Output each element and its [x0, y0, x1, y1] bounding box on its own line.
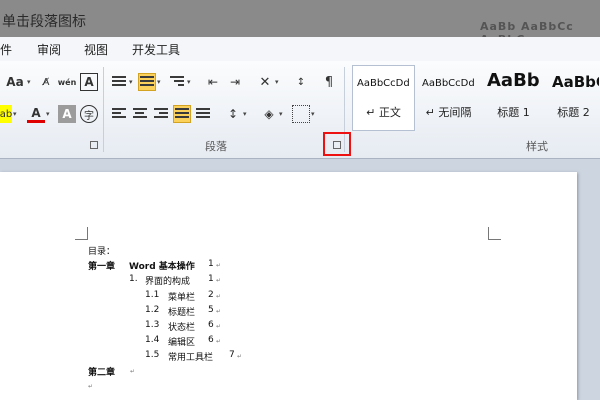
title-bar: 单击段落图标 AaBb AaBbCc AaBbCc — [0, 0, 600, 46]
borders-icon[interactable] — [292, 105, 310, 123]
distributed-align-icon[interactable] — [194, 105, 212, 123]
subsection-title: 状态栏 — [168, 323, 196, 333]
highlight-callout-box — [323, 132, 351, 156]
section-label: 1. — [129, 274, 138, 284]
page-number: 2 — [208, 290, 214, 300]
highlight-dropdown-icon[interactable]: ▾ — [13, 105, 19, 123]
styles-group-label: 样式 — [526, 140, 548, 153]
paragraph-mark-icon: ↵ — [216, 262, 222, 269]
shading-dropdown-icon[interactable]: ▾ — [279, 105, 285, 123]
font-color-button[interactable]: A — [27, 105, 45, 123]
chapter-label: 第二章 — [88, 368, 116, 378]
style-normal[interactable]: AaBbCcDd ↵ 正文 — [352, 65, 415, 131]
subsection-label: 1.5 — [145, 350, 160, 360]
increase-indent-icon[interactable]: ⇥ — [226, 73, 244, 91]
paragraph-mark-icon: ↵ — [216, 293, 222, 300]
subsection-label: 1.3 — [145, 320, 160, 330]
font-color-dropdown-icon[interactable]: ▾ — [46, 105, 52, 123]
multilevel-list-icon[interactable] — [168, 73, 186, 91]
bullets-dropdown-icon[interactable]: ▾ — [129, 73, 135, 91]
paragraph-mark-icon: ↵ — [88, 383, 94, 390]
page-number: 7 — [229, 350, 235, 360]
bullets-icon[interactable] — [110, 73, 128, 91]
menu-item-developer[interactable]: 开发工具 — [132, 41, 180, 58]
margin-corner-mark — [488, 227, 501, 240]
margin-corner-mark — [75, 227, 88, 240]
decrease-indent-icon[interactable]: ⇤ — [204, 73, 222, 91]
paragraph-group-label: 段落 — [205, 140, 227, 153]
paragraph-mark-icon: ↵ — [216, 338, 222, 345]
font-dialog-launcher-icon[interactable] — [90, 141, 98, 149]
paragraph-mark-icon: ↵ — [216, 308, 222, 315]
character-shading-button[interactable]: A — [58, 105, 76, 123]
menu-item-file[interactable]: 件 — [0, 41, 12, 58]
paragraph-mark-icon: ↵ — [130, 368, 136, 375]
ribbon: Aa ▾ A̸ wén A ab ▾ A ▾ A 字 ▾ ▾ ▾ ⇤ ⇥ ✕ ▾… — [0, 61, 600, 159]
align-center-icon[interactable] — [131, 105, 149, 123]
window-title: 单击段落图标 — [2, 14, 86, 30]
paragraph-mark-icon: ↵ — [216, 323, 222, 330]
subsection-label: 1.4 — [145, 335, 160, 345]
style-heading-2[interactable]: AaBbC 标题 2 — [547, 65, 600, 131]
page-number: 6 — [208, 335, 214, 345]
chapter-label: 第一章 — [88, 262, 116, 272]
chinese-layout-icon[interactable]: ✕ — [256, 73, 274, 91]
subsection-title: 菜单栏 — [168, 293, 196, 303]
highlight-color-button[interactable]: ab — [0, 105, 12, 123]
numbering-icon[interactable] — [138, 73, 156, 91]
menu-item-review[interactable]: 审阅 — [37, 41, 61, 58]
toc-heading: 目录： — [88, 247, 116, 257]
align-right-icon[interactable] — [152, 105, 170, 123]
paragraph-mark-icon: ↵ — [216, 277, 222, 284]
align-left-icon[interactable] — [110, 105, 128, 123]
shading-icon[interactable]: ◈ — [260, 105, 278, 123]
enclose-characters-button[interactable]: 字 — [80, 105, 98, 123]
document-page[interactable]: 目录： 第一章 Word 基本操作 1 ↵ 1. 界面的构成 1 ↵ 1.1 菜… — [0, 172, 577, 400]
character-border-button[interactable]: A — [80, 73, 98, 91]
borders-dropdown-icon[interactable]: ▾ — [311, 105, 317, 123]
line-spacing-dropdown-icon[interactable]: ▾ — [243, 105, 249, 123]
change-case-button[interactable]: Aa — [3, 73, 27, 91]
chinese-layout-dropdown-icon[interactable]: ▾ — [275, 73, 281, 91]
subsection-label: 1.1 — [145, 290, 160, 300]
menu-bar: 件 审阅 视图 开发工具 — [0, 37, 600, 62]
subsection-title: 标题栏 — [168, 308, 196, 318]
numbering-dropdown-icon[interactable]: ▾ — [157, 73, 163, 91]
paragraph-mark-icon: ↵ — [237, 353, 243, 360]
page-number: 6 — [208, 320, 214, 330]
sort-icon[interactable]: ↕ — [292, 73, 310, 91]
page-number: 1 — [208, 259, 214, 269]
subsection-label: 1.2 — [145, 305, 160, 315]
subsection-title: 常用工具栏 — [168, 353, 214, 363]
page-number: 5 — [208, 305, 214, 315]
multilevel-list-dropdown-icon[interactable]: ▾ — [187, 73, 193, 91]
clear-format-icon[interactable]: A̸ — [37, 73, 55, 91]
line-spacing-icon[interactable]: ↕ — [224, 105, 242, 123]
page-number: 1 — [208, 274, 214, 284]
show-hide-marks-icon[interactable]: ¶ — [320, 73, 338, 91]
change-case-dropdown-icon[interactable]: ▾ — [27, 73, 33, 91]
style-heading-1[interactable]: AaBb 标题 1 — [482, 65, 545, 131]
justify-icon[interactable] — [173, 105, 191, 123]
style-no-spacing[interactable]: AaBbCcDd ↵ 无间隔 — [417, 65, 480, 131]
chapter-title: Word 基本操作 — [129, 262, 195, 272]
menu-item-view[interactable]: 视图 — [84, 41, 108, 58]
phonetic-guide-button[interactable]: wén — [58, 73, 77, 91]
section-title: 界面的构成 — [145, 277, 191, 287]
subsection-title: 编辑区 — [168, 338, 196, 348]
group-separator — [103, 67, 104, 152]
